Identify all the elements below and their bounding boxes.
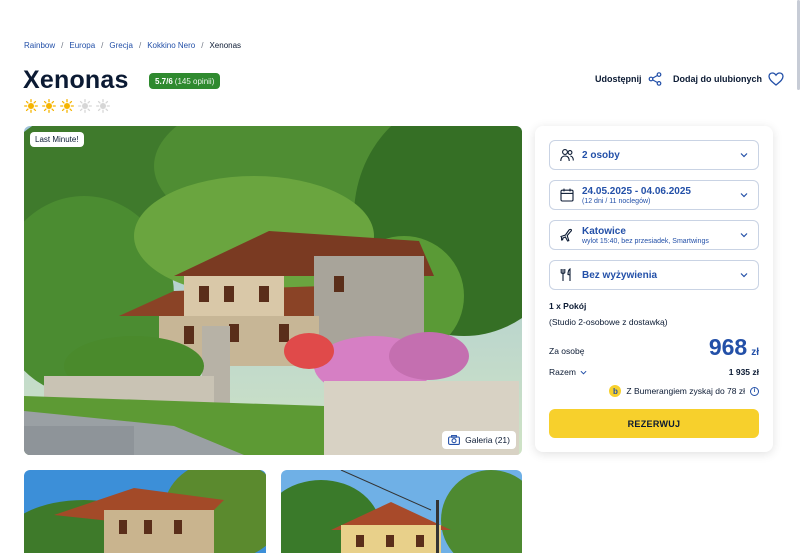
hotel-title: Xenonas — [23, 66, 129, 94]
sun-icon — [24, 99, 38, 113]
board-select[interactable]: Bez wyżywienia — [549, 260, 759, 290]
chevron-down-icon — [740, 153, 748, 158]
chevron-down-icon — [740, 193, 748, 198]
calendar-icon — [560, 188, 574, 202]
dates-duration: (12 dni / 11 noclegów) — [582, 197, 651, 205]
hotel-photo-image — [24, 126, 522, 455]
breadcrumb-europa[interactable]: Europa — [69, 41, 95, 50]
per-person-label: Za osobę — [549, 346, 585, 356]
heart-icon — [768, 72, 784, 86]
persons-icon — [560, 149, 574, 162]
hotel-page: Rainbow / Europa / Grecja / Kokkino Nero… — [0, 0, 800, 553]
sun-icon — [96, 99, 110, 113]
chevron-down-icon — [740, 273, 748, 278]
gallery-thumbnail[interactable] — [24, 470, 266, 553]
breadcrumb-current: Xenonas — [209, 41, 242, 50]
last-minute-badge: Last Minute! — [30, 132, 84, 147]
cutlery-icon — [560, 268, 571, 281]
sun-icon — [42, 99, 56, 113]
price-currency: zł — [751, 347, 759, 358]
share-label: Udostępnij — [595, 74, 642, 84]
plane-icon — [560, 228, 572, 242]
share-icon — [648, 72, 661, 86]
breadcrumb: Rainbow / Europa / Grecja / Kokkino Nero… — [24, 41, 241, 50]
room-count: 1 x Pokój — [549, 301, 587, 311]
sun-icon — [78, 99, 92, 113]
gallery-button[interactable]: Galeria (21) — [442, 431, 516, 449]
favorite-button[interactable]: Dodaj do ulubionych — [673, 72, 784, 86]
departure-details: wylot 15:40, bez przesiadek, Smartwings — [582, 237, 709, 245]
board-value: Bez wyżywienia — [582, 269, 658, 281]
rating-reviews: (145 opinii) — [174, 76, 215, 86]
gallery-label: Galeria (21) — [465, 435, 510, 445]
room-description: (Studio 2-osobowe z dostawką) — [549, 317, 668, 327]
bumerang-logo-icon: b — [609, 385, 622, 397]
bumerang-info: b Z Bumerangiem zyskaj do 78 zł i — [609, 385, 759, 397]
main-photo[interactable]: Last Minute! Galeria (21) — [24, 126, 522, 455]
breadcrumb-separator: / — [101, 41, 104, 50]
camera-icon — [448, 435, 461, 445]
departure-city: Katowice — [582, 225, 626, 237]
rating-badge[interactable]: 5.7/6 (145 opinii) — [149, 73, 221, 89]
booking-panel: 2 osoby 24.05.2025 - 04.06.2025 (12 dni … — [535, 126, 773, 452]
sun-icon — [60, 99, 74, 113]
total-toggle[interactable]: Razem — [549, 367, 587, 377]
total-label: Razem — [549, 367, 576, 377]
reserve-button[interactable]: REZERWUJ — [549, 409, 759, 438]
price-amount: 968 — [708, 334, 748, 360]
dates-value: 24.05.2025 - 04.06.2025 — [582, 185, 691, 197]
hotel-category-suns — [24, 99, 110, 113]
gallery-thumbnail[interactable] — [281, 470, 522, 553]
share-button[interactable]: Udostępnij — [595, 72, 662, 86]
chevron-down-icon — [580, 370, 587, 375]
persons-value: 2 osoby — [582, 149, 620, 161]
chevron-down-icon — [740, 233, 748, 238]
info-icon[interactable]: i — [750, 386, 759, 396]
breadcrumb-separator: / — [138, 41, 142, 50]
bumerang-text: Z Bumerangiem zyskaj do 78 zł — [626, 386, 745, 396]
rating-score: 5.7/6 — [155, 76, 173, 86]
departure-select[interactable]: Katowice wylot 15:40, bez przesiadek, Sm… — [549, 220, 759, 250]
breadcrumb-rainbow[interactable]: Rainbow — [24, 41, 55, 50]
total-price: 1 935 zł — [728, 367, 759, 377]
breadcrumb-kokkino-nero[interactable]: Kokkino Nero — [147, 41, 195, 50]
breadcrumb-grecja[interactable]: Grecja — [109, 41, 133, 50]
thumbnail-image — [281, 470, 522, 553]
thumbnail-image — [24, 470, 266, 553]
breadcrumb-separator: / — [61, 41, 64, 50]
breadcrumb-separator: / — [201, 41, 204, 50]
price-per-person: 968 zł — [709, 334, 759, 361]
favorite-label: Dodaj do ulubionych — [673, 74, 762, 84]
persons-select[interactable]: 2 osoby — [549, 140, 759, 170]
dates-select[interactable]: 24.05.2025 - 04.06.2025 (12 dni / 11 noc… — [549, 180, 759, 210]
